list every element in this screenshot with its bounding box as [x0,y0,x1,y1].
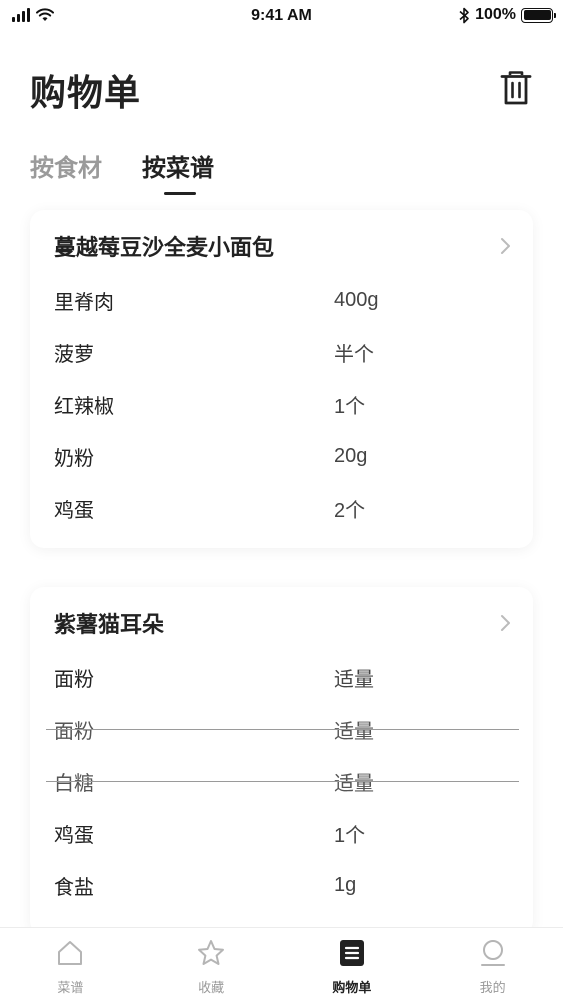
star-icon [198,940,225,965]
ingredient-name: 白糖 [54,770,94,795]
recipe-card: 紫薯猫耳朵 面粉 适量 面粉 适量 白糖 适量 鸡蛋 1个 食盐 1g [30,587,533,935]
page-title: 购物单 [30,73,142,114]
ingredient-name: 食盐 [54,874,94,899]
ingredient-qty: 400g [334,288,379,311]
ingredient-name: 红辣椒 [54,393,114,418]
ingredient-qty: 适量 [334,720,374,743]
ingredient-name: 面粉 [54,666,94,691]
battery-fill [523,10,551,20]
tabbar-label: 我的 [479,981,506,996]
tabbar-label: 收藏 [198,981,225,996]
ingredient-qty: 2个 [334,499,366,522]
tabbar-item-shopping-list[interactable]: 购物单 [282,928,423,1000]
list-icon [339,940,364,966]
chevron-right-icon [501,238,510,254]
ingredient-row[interactable]: 里脊肉 400g [30,274,533,326]
battery-icon [521,7,556,23]
tab-by-ingredient[interactable]: 按食材 [30,148,102,188]
tabbar-label: 菜谱 [57,981,84,996]
recipe-card: 蔓越莓豆沙全麦小面包 里脊肉 400g 菠萝 半个 红辣椒 1个 奶粉 20g … [30,210,533,548]
ingredient-row[interactable]: 鸡蛋 1个 [30,807,533,859]
ingredient-row[interactable]: 鸡蛋 2个 [30,482,533,534]
recipe-title: 蔓越莓豆沙全麦小面包 [54,236,275,261]
status-bar: 9:41 AM 100% [0,0,563,34]
ingredient-qty: 1个 [334,395,366,418]
tabbar-item-recipes[interactable]: 菜谱 [0,928,141,1000]
tab-by-recipe[interactable]: 按菜谱 [142,148,214,195]
ingredient-name: 奶粉 [54,445,94,470]
ingredient-row[interactable]: 奶粉 20g [30,430,533,482]
profile-icon [480,940,505,966]
ingredient-name: 面粉 [54,718,94,743]
ingredient-name: 里脊肉 [54,289,114,314]
ingredient-row[interactable]: 菠萝 半个 [30,326,533,378]
tabbar-item-profile[interactable]: 我的 [422,928,563,1000]
ingredient-row-checked[interactable]: 面粉 适量 [30,703,533,755]
ingredient-qty: 20g [334,444,368,467]
battery-percent: 100% [475,6,516,23]
ingredient-row[interactable]: 红辣椒 1个 [30,378,533,430]
ingredient-qty: 适量 [334,772,374,795]
ingredient-qty: 适量 [334,668,374,691]
tabbar-label: 购物单 [332,981,372,996]
home-icon [58,941,83,965]
ingredient-qty: 1g [334,873,357,896]
tabbar-item-favorites[interactable]: 收藏 [141,928,282,1000]
ingredient-row[interactable]: 面粉 适量 [30,651,533,703]
ingredient-name: 菠萝 [54,341,94,366]
ingredient-name: 鸡蛋 [54,822,94,847]
recipe-title: 紫薯猫耳朵 [54,613,165,638]
ingredient-qty: 半个 [334,343,374,366]
ingredient-list: 面粉 适量 面粉 适量 白糖 适量 鸡蛋 1个 食盐 1g [30,651,533,911]
chevron-right-icon [501,615,510,631]
recipe-card-header[interactable]: 紫薯猫耳朵 [54,607,513,639]
ingredient-qty: 1个 [334,824,366,847]
trash-icon[interactable] [500,70,532,106]
bluetooth-icon [459,7,469,23]
ingredient-name: 鸡蛋 [54,497,94,522]
ingredient-row[interactable]: 食盐 1g [30,859,533,911]
status-right: 100% [459,6,556,24]
recipe-card-header[interactable]: 蔓越莓豆沙全麦小面包 [54,230,513,262]
bottom-tab-bar: 菜谱 收藏 购物单 我的 [0,927,563,1000]
segment-tabs: 按食材 按菜谱 [30,148,214,198]
ingredient-row-checked[interactable]: 白糖 适量 [30,755,533,807]
ingredient-list: 里脊肉 400g 菠萝 半个 红辣椒 1个 奶粉 20g 鸡蛋 2个 [30,274,533,534]
